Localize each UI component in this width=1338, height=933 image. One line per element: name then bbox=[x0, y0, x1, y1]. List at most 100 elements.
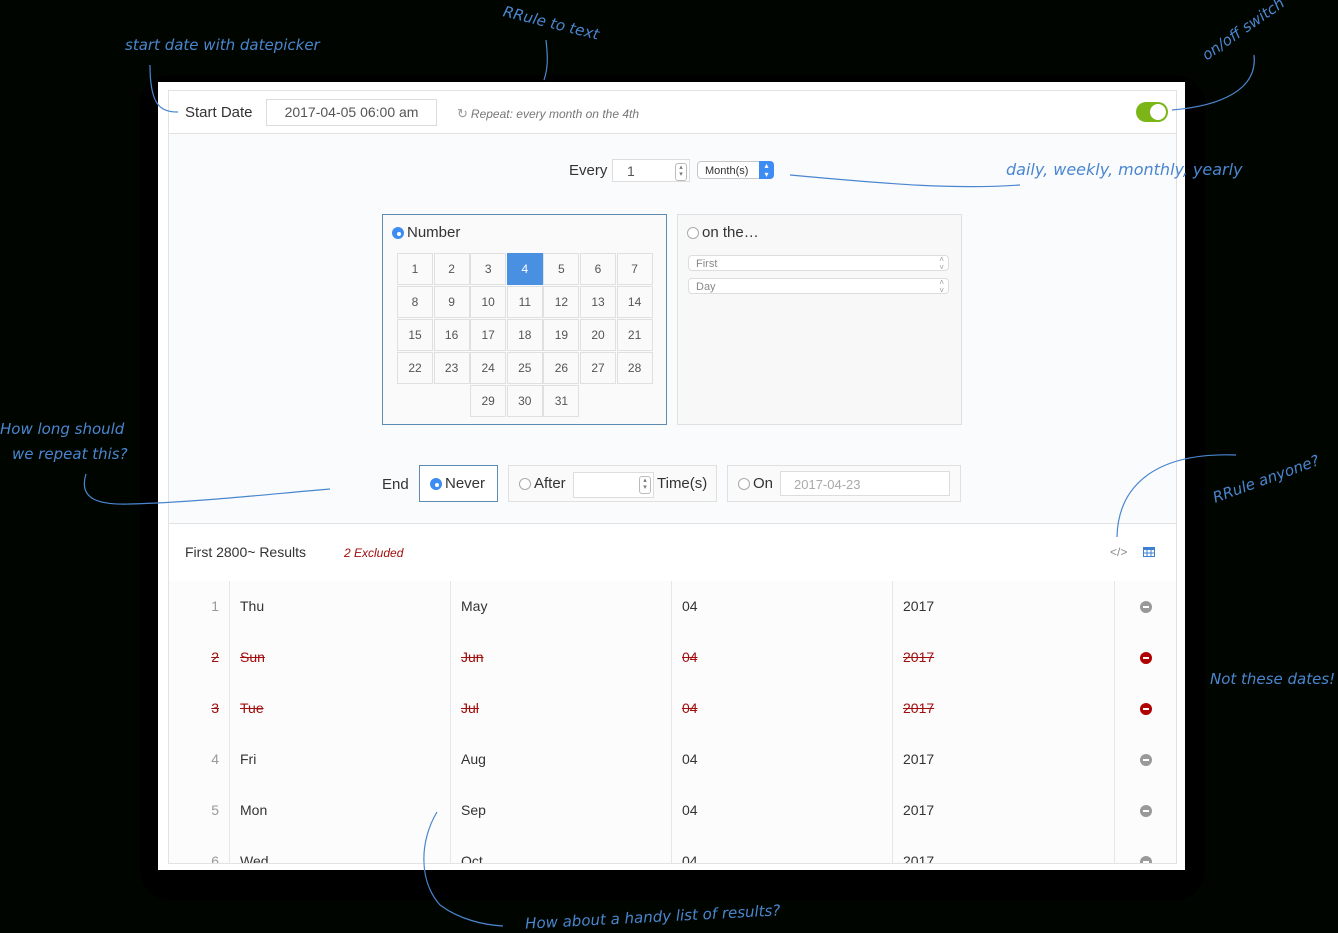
month-cell: Jun bbox=[451, 632, 672, 683]
results-header: First 2800~ Results 2 Excluded </> bbox=[169, 523, 1176, 582]
month-cell: Aug bbox=[451, 734, 672, 785]
by-number-option[interactable]: Number bbox=[392, 224, 460, 241]
day-cell[interactable]: 18 bbox=[506, 319, 543, 351]
day-cell[interactable]: 19 bbox=[543, 319, 580, 351]
day-cell[interactable]: 10 bbox=[470, 286, 507, 318]
weekday-cell: Wed bbox=[230, 836, 451, 863]
on-the-box: on the… First ˄ ˅ Day ˄ ˅ bbox=[677, 214, 962, 425]
by-number-radio[interactable] bbox=[392, 227, 404, 239]
excluded-count: 2 Excluded bbox=[344, 546, 404, 560]
end-never-option[interactable]: Never bbox=[419, 465, 498, 502]
on-the-radio[interactable] bbox=[687, 227, 699, 239]
code-icon[interactable]: </> bbox=[1110, 545, 1127, 559]
row-index: 1 bbox=[169, 581, 230, 632]
day-cell[interactable]: 6 bbox=[580, 253, 616, 285]
day-cell[interactable]: 28 bbox=[616, 352, 653, 384]
annotation-rrule-anyone: RRule anyone? bbox=[1210, 451, 1322, 507]
day-cell[interactable]: 25 bbox=[506, 352, 543, 384]
exclude-icon[interactable] bbox=[1139, 601, 1152, 614]
on-the-option[interactable]: on the… bbox=[687, 224, 759, 241]
day-cell[interactable]: 4 bbox=[506, 253, 543, 285]
day-cell[interactable]: 11 bbox=[506, 286, 543, 318]
row-index: 6 bbox=[169, 836, 230, 863]
end-never-radio[interactable] bbox=[430, 478, 442, 490]
day-cell[interactable]: 16 bbox=[433, 319, 470, 351]
day-cell[interactable]: 23 bbox=[433, 352, 470, 384]
annotation-start-date: start date with datepicker bbox=[125, 36, 320, 54]
year-cell: 2017 bbox=[893, 734, 1115, 785]
exclude-icon[interactable] bbox=[1139, 805, 1152, 818]
weekday-cell: Sun bbox=[230, 632, 451, 683]
exclude-icon[interactable] bbox=[1139, 703, 1152, 716]
table-row: 2 Sun Jun 04 2017 bbox=[169, 632, 1176, 684]
exclude-icon[interactable] bbox=[1139, 856, 1152, 863]
date-cell: 04 bbox=[672, 683, 893, 734]
day-cell[interactable]: 13 bbox=[580, 286, 616, 318]
day-cell[interactable]: 2 bbox=[433, 253, 470, 285]
frequency-select[interactable]: Month(s) ▴ ▾ bbox=[697, 161, 774, 179]
interval-input[interactable]: 1 ▴ ▾ bbox=[612, 159, 690, 182]
year-cell: 2017 bbox=[893, 581, 1115, 632]
day-cell[interactable]: 5 bbox=[543, 253, 580, 285]
weekday-value: Day bbox=[696, 281, 716, 293]
weekday-cell: Mon bbox=[230, 785, 451, 836]
day-cell[interactable]: 14 bbox=[616, 286, 653, 318]
chevron-updown-icon: ˄ ˅ bbox=[939, 255, 944, 272]
weekday-cell: Fri bbox=[230, 734, 451, 785]
weekday-cell: Thu bbox=[230, 581, 451, 632]
day-cell[interactable]: 9 bbox=[433, 286, 470, 318]
exclude-icon[interactable] bbox=[1139, 652, 1152, 665]
day-cell[interactable]: 3 bbox=[470, 253, 507, 285]
day-cell[interactable]: 12 bbox=[543, 286, 580, 318]
day-cell[interactable]: 8 bbox=[397, 286, 433, 318]
exclude-cell bbox=[1115, 581, 1176, 632]
annotation-how-long-2: we repeat this? bbox=[12, 445, 128, 463]
table-row: 1 Thu May 04 2017 bbox=[169, 581, 1176, 633]
on-label: On bbox=[753, 475, 774, 492]
day-cell[interactable]: 1 bbox=[397, 253, 433, 285]
day-cell[interactable]: 15 bbox=[397, 319, 433, 351]
year-cell: 2017 bbox=[893, 785, 1115, 836]
results-title: First 2800~ Results bbox=[185, 544, 306, 560]
day-cell[interactable]: 30 bbox=[506, 385, 543, 417]
annotation-switch: on/off switch bbox=[1198, 0, 1288, 65]
end-after-radio[interactable] bbox=[519, 478, 531, 490]
ordinal-select[interactable]: First ˄ ˅ bbox=[688, 255, 949, 272]
on-off-switch[interactable] bbox=[1136, 102, 1168, 122]
end-on-radio[interactable] bbox=[738, 478, 750, 490]
exclude-cell bbox=[1115, 683, 1176, 734]
table-row: 3 Tue Jul 04 2017 bbox=[169, 683, 1176, 735]
interval-value: 1 bbox=[627, 163, 635, 179]
widget-panel: Start Date 2017-04-05 06:00 am ↻ Repeat: … bbox=[168, 90, 1177, 864]
end-on-option[interactable]: On 2017-04-23 bbox=[727, 465, 961, 502]
refresh-icon: ↻ bbox=[457, 106, 468, 121]
day-cell[interactable]: 26 bbox=[543, 352, 580, 384]
times-label: Time(s) bbox=[657, 475, 708, 492]
end-date-input[interactable]: 2017-04-23 bbox=[780, 471, 950, 496]
table-icon[interactable] bbox=[1143, 547, 1155, 557]
month-cell: Oct bbox=[451, 836, 672, 863]
date-cell: 04 bbox=[672, 836, 893, 863]
exclude-icon[interactable] bbox=[1139, 754, 1152, 767]
interval-stepper[interactable]: ▴ ▾ bbox=[675, 163, 687, 181]
day-cell[interactable]: 31 bbox=[543, 385, 580, 417]
day-cell[interactable]: 21 bbox=[616, 319, 653, 351]
day-cell[interactable]: 20 bbox=[580, 319, 616, 351]
every-label: Every bbox=[569, 162, 608, 179]
end-label: End bbox=[382, 476, 409, 493]
after-count-input[interactable]: ▴ ▾ bbox=[573, 472, 654, 498]
day-cell[interactable]: 29 bbox=[470, 385, 507, 417]
chevron-updown-icon: ▴ ▾ bbox=[759, 161, 774, 179]
day-cell[interactable]: 17 bbox=[470, 319, 507, 351]
after-count-stepper[interactable]: ▴ ▾ bbox=[639, 476, 651, 494]
row-index: 5 bbox=[169, 785, 230, 836]
day-cell[interactable]: 7 bbox=[616, 253, 653, 285]
exclude-cell bbox=[1115, 785, 1176, 836]
rrule-text: ↻ Repeat: every month on the 4th bbox=[457, 106, 639, 122]
end-after-option[interactable]: After ▴ ▾ Time(s) bbox=[508, 465, 717, 502]
day-cell[interactable]: 24 bbox=[470, 352, 507, 384]
weekday-select[interactable]: Day ˄ ˅ bbox=[688, 278, 949, 295]
start-date-input[interactable]: 2017-04-05 06:00 am bbox=[266, 99, 437, 126]
day-cell[interactable]: 27 bbox=[580, 352, 616, 384]
day-cell[interactable]: 22 bbox=[397, 352, 433, 384]
